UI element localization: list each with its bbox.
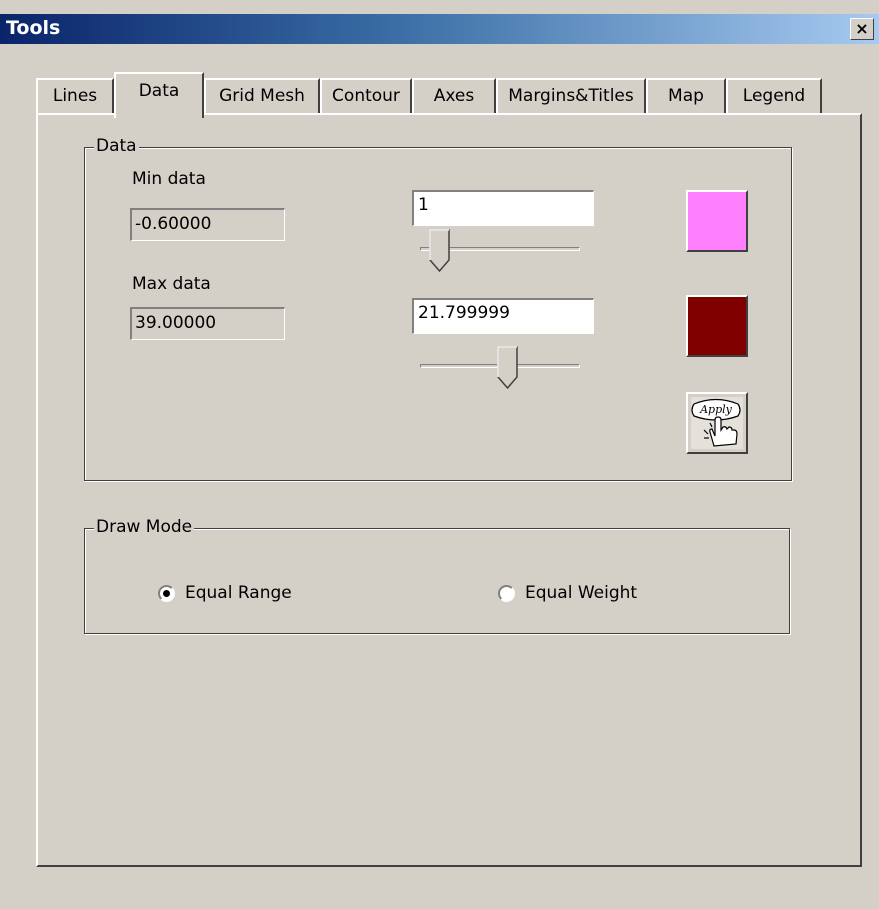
apply-hand-icon: Apply	[691, 397, 743, 449]
max-data-value: 39.00000	[130, 307, 285, 340]
max-slider-thumb[interactable]	[496, 345, 520, 391]
equal-weight-label: Equal Weight	[525, 583, 638, 603]
draw-mode-group	[84, 528, 790, 634]
tab-axes[interactable]: Axes	[412, 78, 496, 113]
tab-label: Contour	[332, 86, 400, 106]
max-slider[interactable]	[420, 345, 580, 393]
tab-margins-titles[interactable]: Margins&Titles	[496, 78, 646, 113]
svg-text:Apply: Apply	[699, 403, 733, 416]
radio-selected-dot	[163, 589, 170, 597]
min-data-value: -0.60000	[130, 208, 285, 241]
min-data-label: Min data	[132, 169, 206, 189]
min-slider[interactable]	[420, 228, 580, 276]
min-slider-thumb[interactable]	[428, 228, 452, 274]
tab-lines[interactable]: Lines	[36, 78, 114, 113]
tab-contour[interactable]: Contour	[320, 78, 412, 113]
max-input[interactable]: 21.799999	[412, 298, 594, 334]
max-color-swatch[interactable]	[686, 295, 748, 357]
title-bar: Tools ×	[0, 14, 879, 44]
tab-label: Grid Mesh	[219, 86, 305, 106]
min-color-swatch[interactable]	[686, 190, 748, 252]
data-group-title: Data	[94, 136, 139, 156]
close-button[interactable]: ×	[850, 18, 874, 40]
tab-label: Margins&Titles	[508, 86, 634, 106]
radio-button[interactable]	[498, 584, 515, 602]
apply-button[interactable]: Apply	[686, 392, 748, 454]
tab-label: Map	[668, 86, 704, 106]
close-icon: ×	[855, 19, 869, 38]
max-data-label: Max data	[132, 274, 211, 294]
radio-button[interactable]	[158, 584, 175, 602]
equal-range-radio[interactable]: Equal Range	[158, 583, 292, 603]
window-title: Tools	[6, 17, 61, 39]
tab-map[interactable]: Map	[646, 78, 726, 113]
min-input[interactable]: 1	[412, 190, 594, 226]
tab-legend[interactable]: Legend	[726, 78, 822, 113]
tab-label: Legend	[742, 86, 806, 106]
tab-label: Lines	[52, 86, 98, 106]
tab-data[interactable]: Data	[114, 72, 204, 118]
equal-range-label: Equal Range	[185, 583, 292, 603]
draw-mode-title: Draw Mode	[94, 517, 195, 537]
tab-label: Data	[138, 81, 180, 101]
equal-weight-radio[interactable]: Equal Weight	[498, 583, 637, 603]
tab-label: Axes	[433, 86, 475, 106]
tab-grid-mesh[interactable]: Grid Mesh	[204, 78, 320, 113]
